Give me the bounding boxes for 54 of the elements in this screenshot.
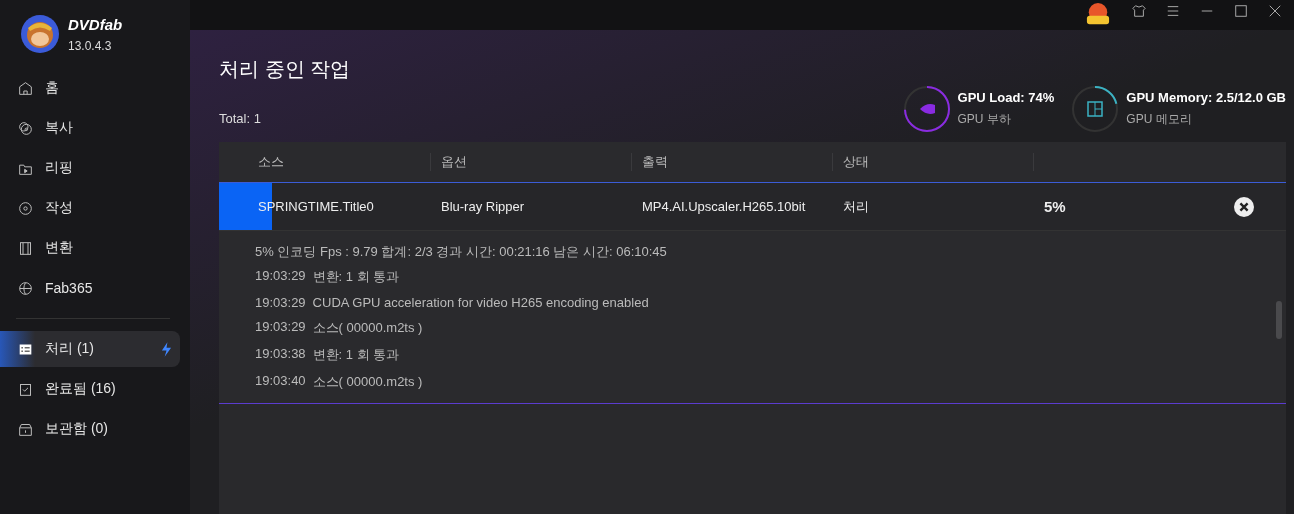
- gpu-memory-gauge: [1070, 84, 1121, 134]
- log-time: 19:03:29: [255, 295, 306, 310]
- log-time: 19:03:29: [255, 268, 306, 285]
- scrollbar-thumb[interactable]: [1276, 301, 1282, 339]
- total-count: Total: 1: [219, 111, 262, 126]
- maximize-icon[interactable]: [1234, 4, 1248, 18]
- gpu-stat-label: GPU 부하: [957, 111, 1012, 128]
- app-name: DVDfab: [68, 15, 123, 33]
- disc-icon: [18, 120, 33, 136]
- progress-percent: 5%: [1043, 198, 1067, 215]
- log-time: 19:03:38: [255, 346, 306, 363]
- close-icon: [1238, 200, 1250, 213]
- log-message: 변환: 1 회 통과: [312, 268, 400, 286]
- sidebar-item[interactable]: 변환: [0, 230, 180, 266]
- column-header: 소스: [219, 153, 431, 171]
- log-message: 소스( 00000.m2ts ): [312, 319, 423, 337]
- monkey-logo-icon: [20, 14, 60, 54]
- progress-info: 5% 인코딩 Fps : 9.79 합계: 2/3 경과 시간: 00:21:16 남은 시간: 06:10:45: [255, 243, 668, 261]
- gpu-load-gauge: [901, 84, 952, 134]
- film-icon: [18, 240, 33, 256]
- gpu-stat-title: GPU Memory: 2.5/12.0 GB: [1126, 90, 1286, 105]
- sidebar-item[interactable]: 처리 (1): [0, 331, 180, 367]
- page-title: 처리 중인 작업: [219, 57, 351, 82]
- log-message: 소스( 00000.m2ts ): [312, 373, 423, 391]
- table-cell-text: Blu-ray Ripper: [440, 199, 526, 214]
- disc-icon: [18, 200, 33, 216]
- column-header: 출력: [632, 153, 833, 171]
- gpu-stat-label: GPU 메모리: [1126, 111, 1193, 128]
- table-cell-text: MP4.AI.Upscaler.H265.10bit: [641, 199, 807, 214]
- close-icon[interactable]: [1268, 4, 1282, 18]
- table-cell-text: 처리: [842, 197, 870, 216]
- sidebar-item[interactable]: 완료됨 (16): [0, 371, 180, 407]
- sidebar-item[interactable]: Fab365: [0, 270, 180, 306]
- free-gift-icon[interactable]: [1084, 2, 1112, 26]
- close-button[interactable]: [1234, 196, 1254, 217]
- gpu-stat-title: GPU Load: 74%: [957, 90, 1055, 105]
- house-icon: [18, 80, 33, 96]
- sidebar-item[interactable]: 보관함 (0): [0, 411, 180, 447]
- log-time: 19:03:29: [255, 319, 306, 336]
- sidebar-item[interactable]: 복사: [0, 110, 180, 146]
- globe-icon: [18, 280, 33, 296]
- menu-icon[interactable]: [1166, 4, 1180, 18]
- log-time: 19:03:40: [255, 373, 306, 390]
- sidebar-item[interactable]: 작성: [0, 190, 180, 226]
- app-version: 13.0.4.3: [68, 38, 113, 53]
- log-message: CUDA GPU acceleration for video H265 encoding enabled: [312, 295, 649, 310]
- sidebar-item[interactable]: 홈: [0, 70, 180, 106]
- column-header: 옵션: [431, 153, 632, 171]
- clipboard-icon: [18, 381, 33, 397]
- column-header: 상태: [833, 153, 1034, 171]
- shirt-icon[interactable]: [1132, 4, 1146, 18]
- sidebar-item[interactable]: 리핑: [0, 150, 180, 186]
- box-icon: [18, 421, 33, 437]
- log-message: 변환: 1 회 통과: [312, 346, 400, 364]
